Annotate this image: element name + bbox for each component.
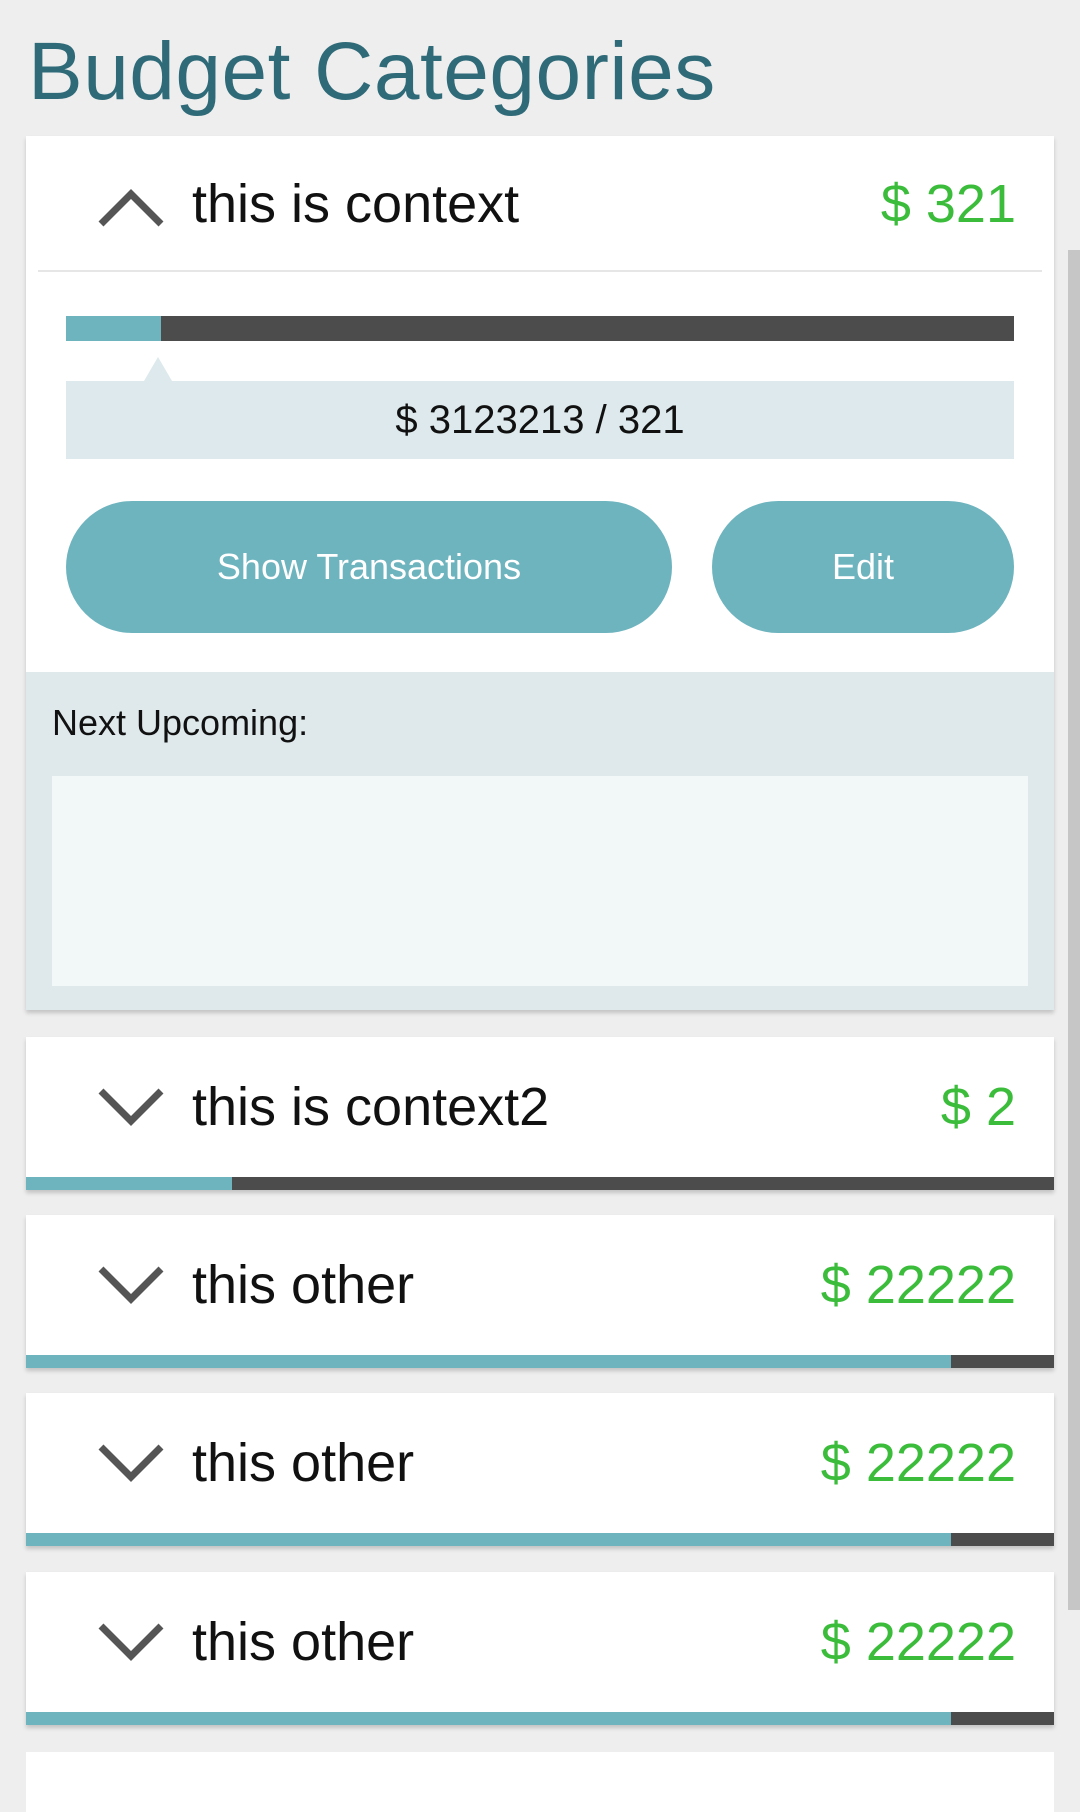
- chevron-up-icon[interactable]: [96, 182, 166, 232]
- category-header[interactable]: this other $ 22222: [26, 1393, 1054, 1533]
- category-header[interactable]: this other $ 22222: [26, 1215, 1054, 1355]
- progress-bar: [66, 316, 1014, 341]
- edit-button[interactable]: Edit: [712, 501, 1014, 633]
- progress-fill: [26, 1177, 232, 1190]
- category-card[interactable]: this other $ 22222: [26, 1393, 1054, 1546]
- chevron-down-icon[interactable]: [96, 1618, 166, 1668]
- category-card[interactable]: this is context2 $ 2: [26, 1037, 1054, 1190]
- progress-bar: [26, 1355, 1054, 1368]
- chevron-down-icon[interactable]: [96, 1083, 166, 1133]
- divider: [38, 270, 1042, 272]
- category-card[interactable]: [26, 1752, 1054, 1812]
- page-title: Budget Categories: [28, 26, 716, 117]
- progress-bar: [26, 1712, 1054, 1725]
- category-name: this other: [192, 1255, 415, 1315]
- category-amount: $ 2: [940, 1077, 1016, 1137]
- upcoming-list: [52, 776, 1028, 986]
- progress-fill: [26, 1355, 952, 1368]
- category-amount: $ 22222: [820, 1612, 1016, 1672]
- scrollbar[interactable]: [1068, 250, 1080, 1610]
- upcoming-label: Next Upcoming:: [52, 702, 309, 743]
- category-header[interactable]: this is context $ 321: [26, 136, 1054, 272]
- progress-fill: [66, 316, 161, 341]
- chevron-down-icon[interactable]: [96, 1261, 166, 1311]
- category-amount: $ 22222: [820, 1433, 1016, 1493]
- progress-bar: [26, 1177, 1054, 1190]
- progress-bar: [26, 1533, 1054, 1546]
- category-card[interactable]: this other $ 22222: [26, 1572, 1054, 1725]
- spent-summary: $ 3123213 / 321: [66, 381, 1014, 459]
- category-header[interactable]: this is context2 $ 2: [26, 1037, 1054, 1177]
- chevron-down-icon[interactable]: [96, 1439, 166, 1489]
- category-name: this is context: [192, 174, 520, 234]
- category-name: this other: [192, 1612, 415, 1672]
- show-transactions-button[interactable]: Show Transactions: [66, 501, 672, 633]
- category-header[interactable]: this other $ 22222: [26, 1572, 1054, 1712]
- category-name: this other: [192, 1433, 415, 1493]
- category-card[interactable]: this other $ 22222: [26, 1215, 1054, 1368]
- category-name: this is context2: [192, 1077, 550, 1137]
- progress-fill: [26, 1712, 952, 1725]
- tooltip-arrow: [144, 357, 172, 381]
- upcoming-section: Next Upcoming:: [26, 672, 1054, 1010]
- category-amount: $ 321: [880, 174, 1016, 234]
- progress-fill: [26, 1533, 952, 1546]
- category-card-expanded: this is context $ 321 $ 3123213 / 321 Sh…: [26, 136, 1054, 1010]
- category-amount: $ 22222: [820, 1255, 1016, 1315]
